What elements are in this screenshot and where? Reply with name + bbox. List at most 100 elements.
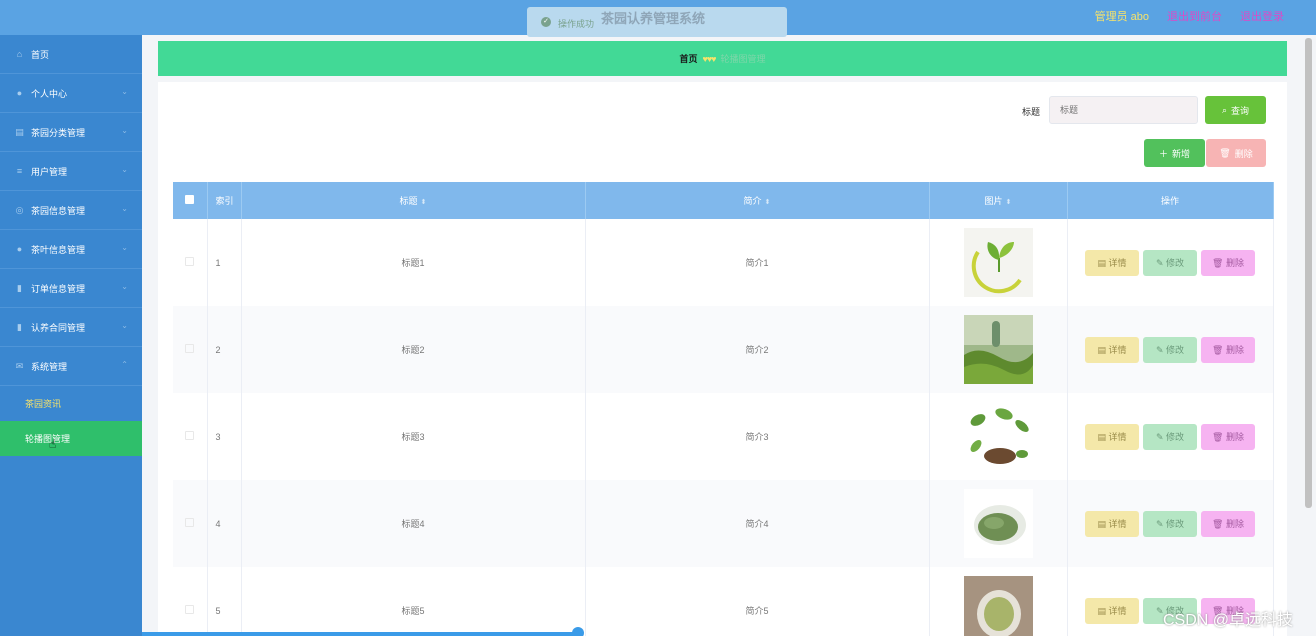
delete-button[interactable]: 🗑 删除 — [1201, 249, 1255, 276]
compass-icon: ◎ — [15, 204, 24, 215]
detail-button[interactable]: ▤ 详情 — [1085, 423, 1139, 450]
chevron-down-icon: ⌄ — [121, 165, 128, 174]
cell-ops: ▤ 详情 ✎ 修改 🗑 删除 — [1067, 219, 1274, 306]
chevron-down-icon: ⌄ — [121, 87, 128, 96]
cell-index: 2 — [207, 306, 242, 393]
sort-icon[interactable]: ⬍ — [421, 199, 427, 206]
cell-title: 标题5 — [241, 567, 586, 636]
sidebar-subitem-garden-news[interactable]: 茶园资讯 — [0, 386, 142, 421]
detail-button[interactable]: ▤ 详情 — [1085, 249, 1139, 276]
sort-icon[interactable]: ⬍ — [1006, 199, 1012, 206]
sidebar-item-order-info[interactable]: ▮ 订单信息管理 ⌄ — [0, 269, 142, 308]
cell-index: 1 — [207, 219, 242, 306]
cell-image — [929, 393, 1068, 480]
header-intro[interactable]: 简介 ⬍ — [585, 182, 930, 219]
edit-button[interactable]: ✎ 修改 — [1143, 249, 1197, 276]
sidebar-item-personal-center[interactable]: ● 个人中心 ⌄ — [0, 74, 142, 113]
checkbox[interactable] — [185, 431, 195, 440]
row-checkbox-cell[interactable] — [173, 306, 208, 393]
header-title[interactable]: 标题 ⬍ — [241, 182, 586, 219]
delete-button[interactable]: 🗑 删除 — [1201, 510, 1255, 537]
edit-button[interactable]: ✎ 修改 — [1143, 510, 1197, 537]
batch-delete-button[interactable]: 🗑 删除 — [1206, 139, 1266, 167]
chevron-down-icon: ⌄ — [121, 243, 128, 252]
checkbox[interactable] — [185, 344, 195, 353]
search-input[interactable] — [1049, 96, 1198, 124]
sidebar-subitem-carousel[interactable]: 轮播图管理 — [0, 421, 142, 456]
edit-button[interactable]: ✎ 修改 — [1143, 336, 1197, 363]
cell-intro: 简介5 — [585, 567, 930, 636]
cell-image — [929, 480, 1068, 567]
cell-index: 3 — [207, 393, 242, 480]
sidebar-item-system[interactable]: ✉ 系统管理 ⌃ — [0, 347, 142, 386]
table-row: 5 标题5 简介5 ▤ 详情 ✎ 修改 🗑 删除 — [173, 567, 1274, 636]
delete-label: 删除 — [1225, 257, 1244, 268]
sidebar-item-label: 茶叶信息管理 — [31, 244, 86, 255]
checkbox[interactable] — [185, 195, 195, 204]
add-button-label: 新增 — [1172, 148, 1191, 159]
delete-label: 删除 — [1225, 431, 1244, 442]
header-image[interactable]: 图片 ⬍ — [929, 182, 1068, 219]
header-select-all[interactable] — [173, 182, 208, 219]
row-checkbox-cell[interactable] — [173, 393, 208, 480]
search-icon: ⌕ — [1221, 104, 1228, 115]
sidebar-item-garden-category[interactable]: ▤ 茶园分类管理 ⌄ — [0, 113, 142, 152]
delete-button[interactable]: 🗑 删除 — [1201, 423, 1255, 450]
cell-ops: ▤ 详情 ✎ 修改 🗑 删除 — [1067, 393, 1274, 480]
sidebar-item-user-management[interactable]: ≡ 用户管理 ⌄ — [0, 152, 142, 191]
batch-delete-button-label: 删除 — [1234, 148, 1253, 159]
scroll-handle[interactable] — [572, 627, 584, 636]
cell-ops: ▤ 详情 ✎ 修改 🗑 删除 — [1067, 480, 1274, 567]
user-icon: ● — [16, 244, 23, 254]
delete-button[interactable]: 🗑 删除 — [1201, 336, 1255, 363]
chevron-up-icon: ⌃ — [121, 360, 128, 369]
row-checkbox-cell[interactable] — [173, 219, 208, 306]
hand-cursor-icon: ☝ — [49, 437, 57, 451]
checkbox[interactable] — [185, 518, 195, 527]
back-to-front-link[interactable]: 退出到前台 — [1167, 8, 1222, 24]
breadcrumb-home[interactable]: 首页 — [679, 52, 697, 65]
search-button[interactable]: ⌕ 查询 — [1205, 96, 1266, 124]
check-circle-icon: ✓ — [541, 17, 551, 27]
row-checkbox-cell[interactable] — [173, 480, 208, 567]
sidebar-item-home[interactable]: ⌂ 首页 — [0, 35, 142, 74]
sidebar-item-label: 订单信息管理 — [31, 283, 86, 294]
checkbox[interactable] — [185, 257, 195, 266]
cell-image — [929, 219, 1068, 306]
cell-title: 标题2 — [241, 306, 586, 393]
checkbox[interactable] — [185, 605, 195, 614]
edit-label: 修改 — [1166, 257, 1185, 268]
delete-label: 删除 — [1225, 518, 1244, 529]
sidebar-item-label: 用户管理 — [31, 166, 68, 177]
bank-icon: ▤ — [15, 126, 24, 137]
horizontal-scrollbar[interactable] — [142, 632, 582, 636]
detail-label: 详情 — [1108, 518, 1127, 529]
cell-image — [929, 567, 1068, 636]
table-row: 2 标题2 简介2 ▤ 详情 ✎ 修改 🗑 删除 — [173, 306, 1274, 393]
logout-link[interactable]: 退出登录 — [1240, 8, 1284, 24]
add-button[interactable]: ＋ 新增 — [1144, 139, 1205, 167]
sidebar-item-tea-info[interactable]: ● 茶叶信息管理 ⌄ — [0, 230, 142, 269]
detail-label: 详情 — [1108, 257, 1127, 268]
edit-button[interactable]: ✎ 修改 — [1143, 423, 1197, 450]
row-checkbox-cell[interactable] — [173, 567, 208, 636]
edit-label: 修改 — [1166, 431, 1185, 442]
detail-label: 详情 — [1108, 431, 1127, 442]
toast-message: 操作成功 — [558, 19, 595, 29]
sort-icon[interactable]: ⬍ — [765, 199, 771, 206]
cell-index: 4 — [207, 480, 242, 567]
sidebar-item-label: 茶园分类管理 — [31, 127, 86, 138]
sidebar-item-label: 认养合同管理 — [31, 322, 86, 333]
sidebar-item-garden-info[interactable]: ◎ 茶园信息管理 ⌄ — [0, 191, 142, 230]
header-image-label: 图片 — [984, 196, 1003, 206]
detail-button[interactable]: ▤ 详情 — [1085, 510, 1139, 537]
vertical-scrollbar[interactable] — [1305, 38, 1312, 508]
table-row: 1 标题1 简介1 ▤ 详情 ✎ 修改 🗑 删除 — [173, 219, 1274, 306]
detail-button[interactable]: ▤ 详情 — [1085, 336, 1139, 363]
admin-label: 管理员 abo — [1094, 11, 1149, 23]
mail-icon: ✉ — [15, 360, 24, 371]
cell-title: 标题1 — [241, 219, 586, 306]
tea-field-image — [963, 315, 1033, 384]
detail-button[interactable]: ▤ 详情 — [1085, 597, 1139, 624]
sidebar-item-contract[interactable]: ▮ 认养合同管理 ⌄ — [0, 308, 142, 347]
